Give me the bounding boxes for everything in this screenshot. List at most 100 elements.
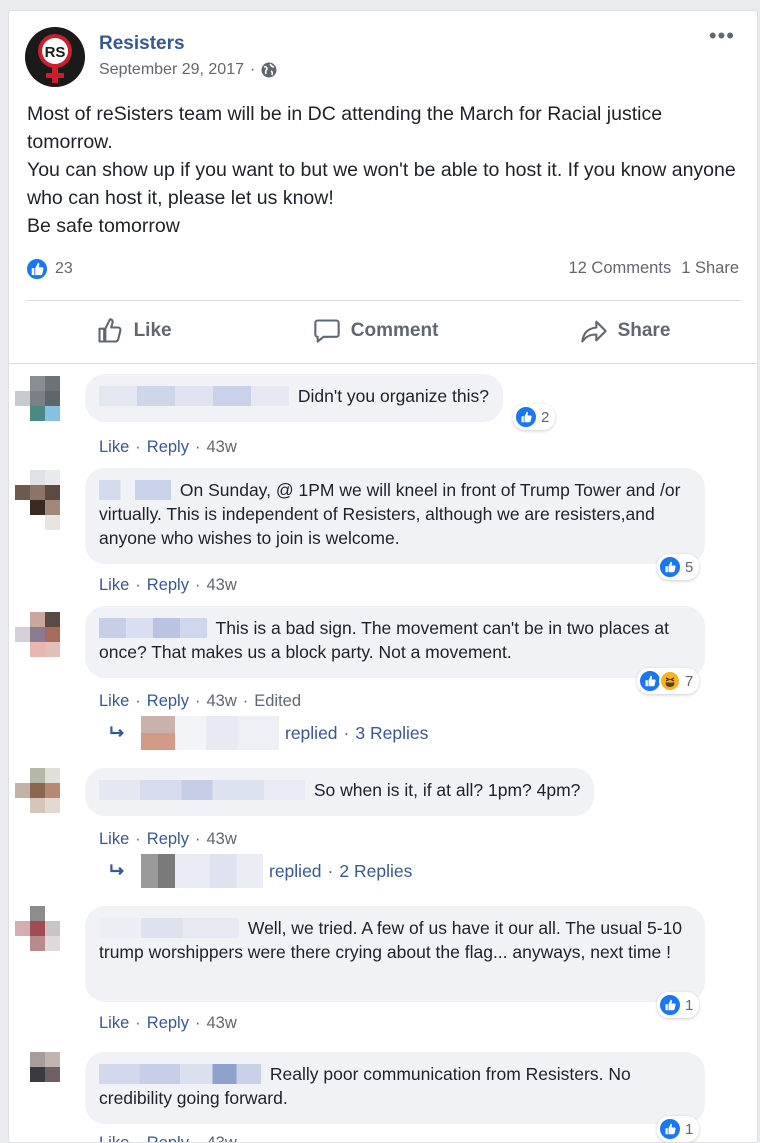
commenter-avatar[interactable] (15, 612, 75, 672)
comment-meta: Like · Reply · 43w (99, 438, 237, 457)
meta-separator: · (135, 438, 141, 456)
comment-reply-link[interactable]: Reply (147, 830, 189, 849)
commenter-avatar[interactable] (15, 470, 75, 530)
commenter-avatar[interactable] (15, 1052, 75, 1112)
reply-arrow-icon (110, 726, 124, 738)
comment-reaction-count[interactable]: 7 (637, 668, 700, 694)
meta-separator: · (135, 692, 141, 710)
commenter-avatar[interactable] (15, 768, 75, 828)
replies-summary[interactable]: replied · 2 Replies (107, 854, 412, 888)
comment-reply-link[interactable]: Reply (147, 438, 189, 457)
reaction-count: 7 (685, 672, 694, 690)
comment-timestamp[interactable]: 43w (206, 830, 236, 849)
commenter-name[interactable] (99, 386, 289, 406)
comment-label: Comment (350, 320, 439, 341)
commenter-name[interactable] (99, 618, 207, 638)
comments-list: Didn't you organize this? 2 Like · Reply… (9, 363, 757, 1143)
comment-reply-link[interactable]: Reply (147, 1014, 189, 1033)
like-label: Like (133, 320, 172, 341)
post-reactions[interactable]: 23 (25, 257, 73, 281)
meta-separator: · (135, 830, 141, 848)
post-card: RS Resisters September 29, 2017 · ••• Mo… (8, 10, 758, 1143)
comment-reaction-count[interactable]: 2 (513, 404, 556, 430)
like-reaction-icon (639, 670, 661, 692)
comment-like-link[interactable]: Like (99, 830, 129, 849)
reaction-count: 5 (685, 558, 694, 576)
comment-reply-link[interactable]: Reply (147, 1134, 189, 1142)
comment-like-link[interactable]: Like (99, 692, 129, 711)
comment-timestamp[interactable]: 43w (206, 438, 236, 457)
meta-separator: · (194, 1134, 201, 1143)
resisters-logo: RS (25, 27, 85, 87)
post-text-line: You can show up if you want to but we wo… (27, 159, 736, 209)
commenter-avatar[interactable] (15, 906, 75, 966)
comment-timestamp[interactable]: 43w (206, 692, 236, 711)
comments-count-link[interactable]: 12 Comments (568, 259, 671, 278)
share-button[interactable]: Share (580, 317, 671, 345)
commenter-name[interactable] (99, 1064, 261, 1084)
commenter-name[interactable] (99, 918, 239, 938)
replies-summary[interactable]: replied · 3 Replies (107, 716, 428, 750)
comment-reaction-count[interactable]: 1 (657, 992, 700, 1018)
comment-button[interactable]: Comment (313, 317, 439, 345)
like-reaction-icon (515, 406, 537, 428)
replies-count[interactable]: 2 Replies (339, 861, 412, 882)
replier-avatars (141, 854, 263, 888)
comment-like-link[interactable]: Like (99, 1014, 129, 1033)
share-label: Share (617, 320, 671, 341)
meta-separator: · (135, 1134, 141, 1143)
comment-meta: Like · Reply · 43w · Edited (99, 692, 301, 711)
comment-reaction-count[interactable]: 5 (657, 554, 700, 580)
replier-avatars (141, 716, 279, 750)
comment-meta: Like · Reply · 43w (99, 1134, 237, 1143)
meta-separator: · (343, 722, 350, 743)
comment-like-link[interactable]: Like (99, 438, 129, 457)
comment-timestamp[interactable]: 43w (206, 1134, 236, 1142)
comment-bubble: Really poor communication from Resisters… (85, 1052, 705, 1124)
meta-separator: · (135, 576, 141, 594)
like-button[interactable]: Like (96, 317, 172, 345)
like-reaction-icon (659, 1118, 681, 1140)
post-stats: 12 Comments 1 Share (568, 259, 739, 278)
meta-separator: · (194, 576, 201, 594)
comment-timestamp[interactable]: 43w (206, 1014, 236, 1033)
shares-count-link[interactable]: 1 Share (681, 259, 739, 278)
commenter-name[interactable] (99, 480, 171, 500)
replied-label: replied (285, 722, 338, 743)
comment-like-link[interactable]: Like (99, 1134, 129, 1142)
meta-separator: · (194, 830, 201, 848)
comment-reply-link[interactable]: Reply (147, 692, 189, 711)
comment-reaction-count[interactable]: 1 (657, 1116, 700, 1142)
post-text-line: Be safe tomorrow (27, 215, 180, 237)
page-name[interactable]: Resisters (99, 33, 185, 55)
comment-text: Didn't you organize this? (297, 386, 489, 406)
comment-bubble: Didn't you organize this? (85, 374, 503, 422)
edited-label[interactable]: Edited (254, 692, 301, 711)
like-reaction-icon (659, 994, 681, 1016)
globe-icon[interactable] (261, 62, 277, 78)
comment-like-link[interactable]: Like (99, 576, 129, 595)
replies-count[interactable]: 3 Replies (355, 723, 428, 744)
comment-reply-link[interactable]: Reply (147, 576, 189, 595)
comment-text: On Sunday, @ 1PM we will kneel in front … (99, 480, 681, 548)
post-date[interactable]: September 29, 2017 (99, 61, 244, 79)
commenter-avatar[interactable] (15, 376, 75, 436)
comment-meta: Like · Reply · 43w (99, 1014, 237, 1033)
commenter-name[interactable] (99, 780, 305, 800)
page-avatar[interactable]: RS (25, 27, 85, 87)
comment-timestamp[interactable]: 43w (206, 576, 236, 595)
comment-bubble: Well, we tried. A few of us have it our … (85, 906, 705, 1002)
post-text: Most of reSisters team will be in DC att… (27, 100, 739, 240)
comment-bubble: This is a bad sign. The movement can't b… (85, 606, 705, 678)
haha-reaction-icon (659, 670, 681, 692)
post-actions: Like Comment Share (25, 303, 741, 359)
comment-meta: Like · Reply · 43w (99, 830, 237, 849)
meta-separator: · (194, 438, 201, 456)
post-like-count[interactable]: 23 (55, 260, 73, 278)
more-options-icon[interactable]: ••• (709, 25, 735, 47)
svg-text:RS: RS (45, 44, 66, 61)
comment-meta: Like · Reply · 43w (99, 576, 237, 595)
like-reaction-icon (659, 556, 681, 578)
meta-separator: · (327, 860, 334, 881)
share-icon (580, 320, 607, 343)
